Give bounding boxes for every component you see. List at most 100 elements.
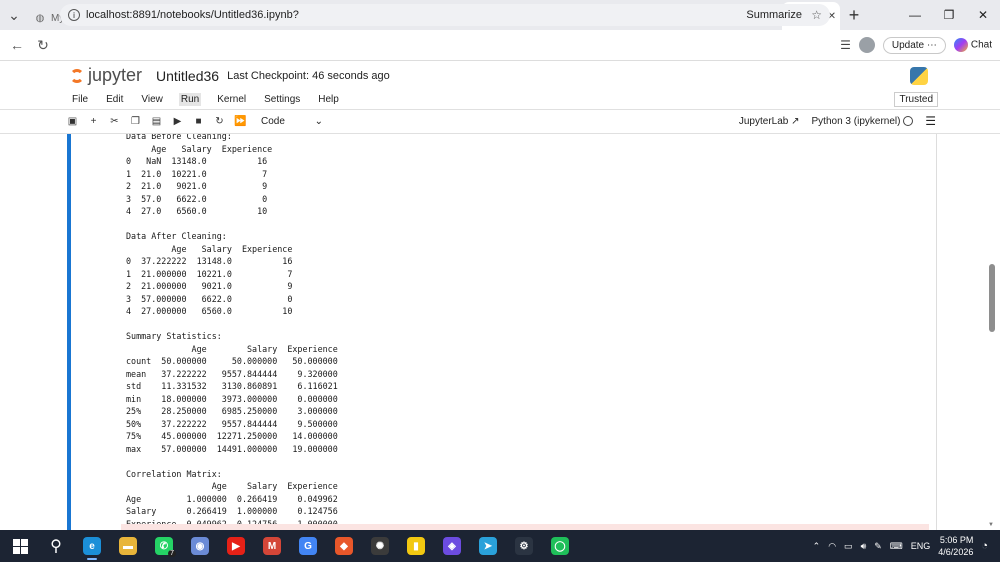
windows-logo-icon <box>12 538 28 554</box>
gmail-icon: M <box>263 537 281 555</box>
menu-help[interactable]: Help <box>316 93 341 106</box>
taskbar-app[interactable]: ➤ <box>470 530 506 562</box>
tab-search-chevron-icon[interactable]: ⌄ <box>0 0 28 30</box>
output-line: Age 1.000000 0.266419 0.049962 <box>126 493 338 504</box>
site-info-icon[interactable]: i <box>68 9 80 21</box>
google-icon: G <box>299 537 317 555</box>
taskbar-app[interactable]: G <box>290 530 326 562</box>
output-line: 2 21.0 9021.0 9 <box>126 181 268 191</box>
favorite-star-icon[interactable]: ☆ <box>811 8 822 22</box>
globe-icon: ◍ <box>35 12 45 24</box>
notebook-area[interactable]: Data Before Cleaning: Age Salary Experie… <box>0 134 1000 530</box>
scrollbar-thumb[interactable] <box>989 264 995 332</box>
output-line: Age Salary Experience <box>126 481 338 491</box>
taskbar-app[interactable]: ▶ <box>218 530 254 562</box>
file-explorer-icon: ▬ <box>119 537 137 555</box>
maximize-button[interactable]: ❐ <box>932 0 966 30</box>
update-label: Update <box>891 39 925 51</box>
run-icon[interactable]: ▶ <box>167 116 188 127</box>
output-line: std 11.331532 3130.860891 6.116021 <box>126 381 338 391</box>
url-text: localhost:8891/notebooks/Untitled36.ipyn… <box>86 9 299 21</box>
cell-type-select[interactable]: Code ⌄ <box>261 116 323 127</box>
output-line: 3 57.000000 6622.0 0 <box>126 293 293 304</box>
favorites-icon[interactable]: ☰ <box>840 38 851 52</box>
trusted-badge[interactable]: Trusted <box>894 92 938 107</box>
external-link-icon: ↗ <box>791 115 800 127</box>
output-line: 0 37.222222 13148.0 16 <box>126 256 293 266</box>
output-line: Age Salary Experience <box>126 143 273 154</box>
youtube-icon: ▶ <box>227 537 245 555</box>
start-button[interactable] <box>2 530 38 562</box>
taskbar-app[interactable]: ◆ <box>326 530 362 562</box>
update-button[interactable]: Update ⋯ <box>882 36 946 54</box>
output-line: Age Salary Experience <box>126 243 293 254</box>
jupyter-menubar: File Edit View Run Kernel Settings Help … <box>0 90 1000 110</box>
taskbar-app[interactable]: ◉ <box>182 530 218 562</box>
minimize-button[interactable]: — <box>898 0 932 30</box>
back-button[interactable]: ← <box>4 37 30 53</box>
taskbar-app[interactable]: ◈ <box>434 530 470 562</box>
python-logo-icon <box>910 67 928 85</box>
copilot-chat-button[interactable]: Chat <box>953 38 992 52</box>
summarize-button[interactable]: Summarize <box>746 9 802 21</box>
cut-icon[interactable]: ✂ <box>104 116 125 127</box>
menu-run[interactable]: Run <box>178 93 202 106</box>
menu-settings[interactable]: Settings <box>262 93 302 106</box>
stop-icon[interactable]: ■ <box>188 116 209 127</box>
menu-file[interactable]: File <box>70 93 90 106</box>
copy-icon[interactable]: ❐ <box>125 116 146 127</box>
search-icon: ⚲ <box>50 538 62 555</box>
cell-type-value: Code <box>261 116 285 127</box>
settings-icon: ⚙ <box>515 537 533 555</box>
taskbar-app[interactable]: ✺ <box>362 530 398 562</box>
language-indicator[interactable]: ENG <box>911 541 931 551</box>
kernel-name: Python 3 (ipykernel) <box>811 115 901 127</box>
taskbar-app[interactable]: e <box>74 530 110 562</box>
taskbar-app[interactable]: ◯ <box>542 530 578 562</box>
search-button[interactable]: ⚲ <box>38 530 74 562</box>
vertical-scrollbar[interactable]: ▲ ▼ <box>988 134 996 530</box>
new-tab-button[interactable]: + <box>840 5 868 26</box>
brave-icon: ◆ <box>335 537 353 555</box>
jupyter-logo-icon <box>70 68 84 83</box>
jupyterlab-link[interactable]: JupyterLab ↗ <box>739 116 800 127</box>
taskbar-app[interactable]: M <box>254 530 290 562</box>
add-cell-icon[interactable]: + <box>83 116 104 127</box>
save-icon[interactable]: ▣ <box>62 116 83 127</box>
toolbar-menu-icon[interactable]: ☰ <box>925 114 936 128</box>
pen-icon[interactable]: ✎ <box>874 541 882 552</box>
notebook-title[interactable]: Untitled36 <box>156 68 219 84</box>
battery-icon[interactable]: ▭ <box>844 541 853 552</box>
taskbar-app[interactable]: ▬ <box>110 530 146 562</box>
output-line: 3 57.0 6622.0 0 <box>126 193 268 204</box>
clock-date: 4/6/2026 <box>938 547 974 557</box>
copilot-icon <box>953 38 968 52</box>
volume-icon[interactable]: 🔊︎ <box>861 541 867 552</box>
restart-icon[interactable]: ↻ <box>209 116 230 127</box>
kernel-status[interactable]: Python 3 (ipykernel) <box>812 116 914 127</box>
taskbar-app[interactable]: ▮ <box>398 530 434 562</box>
reload-button[interactable]: ↻ <box>30 37 56 54</box>
output-line: 1 21.000000 10221.0 7 <box>126 268 293 279</box>
clock[interactable]: 5:06 PM 4/6/2026 <box>938 534 973 558</box>
clock-time: 5:06 PM <box>939 535 974 545</box>
scroll-down-icon[interactable]: ▼ <box>988 522 994 528</box>
keyboard-icon[interactable]: ⌨ <box>890 541 903 552</box>
restart-run-all-icon[interactable]: ⏩ <box>230 116 251 127</box>
profile-avatar[interactable] <box>858 37 875 53</box>
menu-kernel[interactable]: Kernel <box>215 93 248 106</box>
jupyter-logo[interactable]: jupyter <box>70 65 142 86</box>
output-line: 75% 45.000000 12271.250000 14.000000 <box>126 431 338 441</box>
taskbar-app[interactable]: ✆ 7 <box>146 530 182 562</box>
window-controls: — ❐ ✕ <box>898 0 1000 30</box>
notifications-icon[interactable]: ◔ <box>981 540 988 552</box>
network-icon[interactable]: ◠ <box>828 541 836 552</box>
menu-edit[interactable]: Edit <box>104 93 125 106</box>
paste-icon[interactable]: ▤ <box>146 116 167 127</box>
menu-view[interactable]: View <box>139 93 165 106</box>
url-field[interactable]: i localhost:8891/notebooks/Untitled36.ip… <box>60 4 830 26</box>
taskbar-app[interactable]: ⚙ <box>506 530 542 562</box>
chat-label: Chat <box>970 39 992 51</box>
show-hidden-icons-chevron[interactable]: ⌃ <box>813 541 821 552</box>
close-window-button[interactable]: ✕ <box>966 0 1000 30</box>
